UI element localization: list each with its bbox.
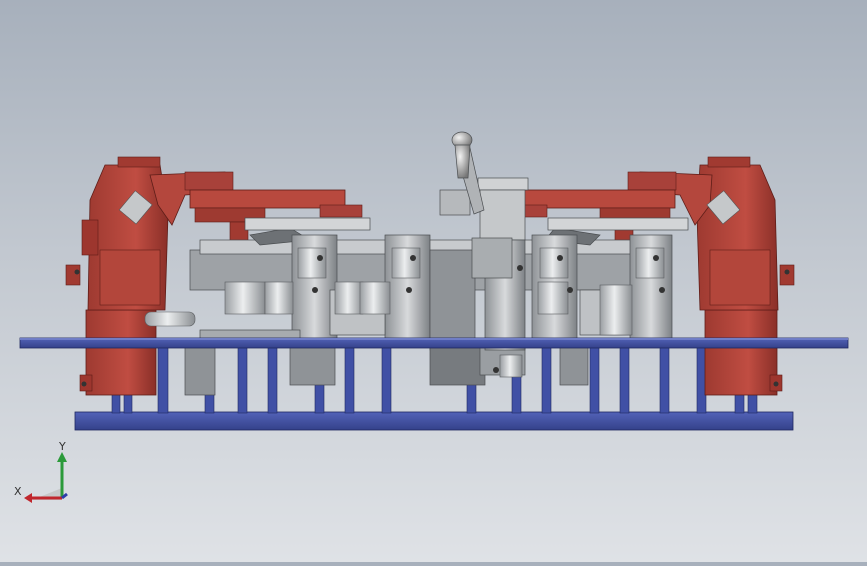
upper-base-plate: [19, 337, 849, 349]
lower-base-plate: [74, 411, 794, 431]
x-axis-label: X: [14, 485, 22, 498]
y-arrow-head: [57, 452, 67, 462]
x-arrow-head: [24, 493, 32, 503]
cad-viewport[interactable]: [0, 0, 867, 562]
coordinate-triad: Y X: [14, 440, 68, 503]
fixture-assembly-model[interactable]: [0, 0, 867, 562]
y-axis-label: Y: [58, 440, 66, 453]
